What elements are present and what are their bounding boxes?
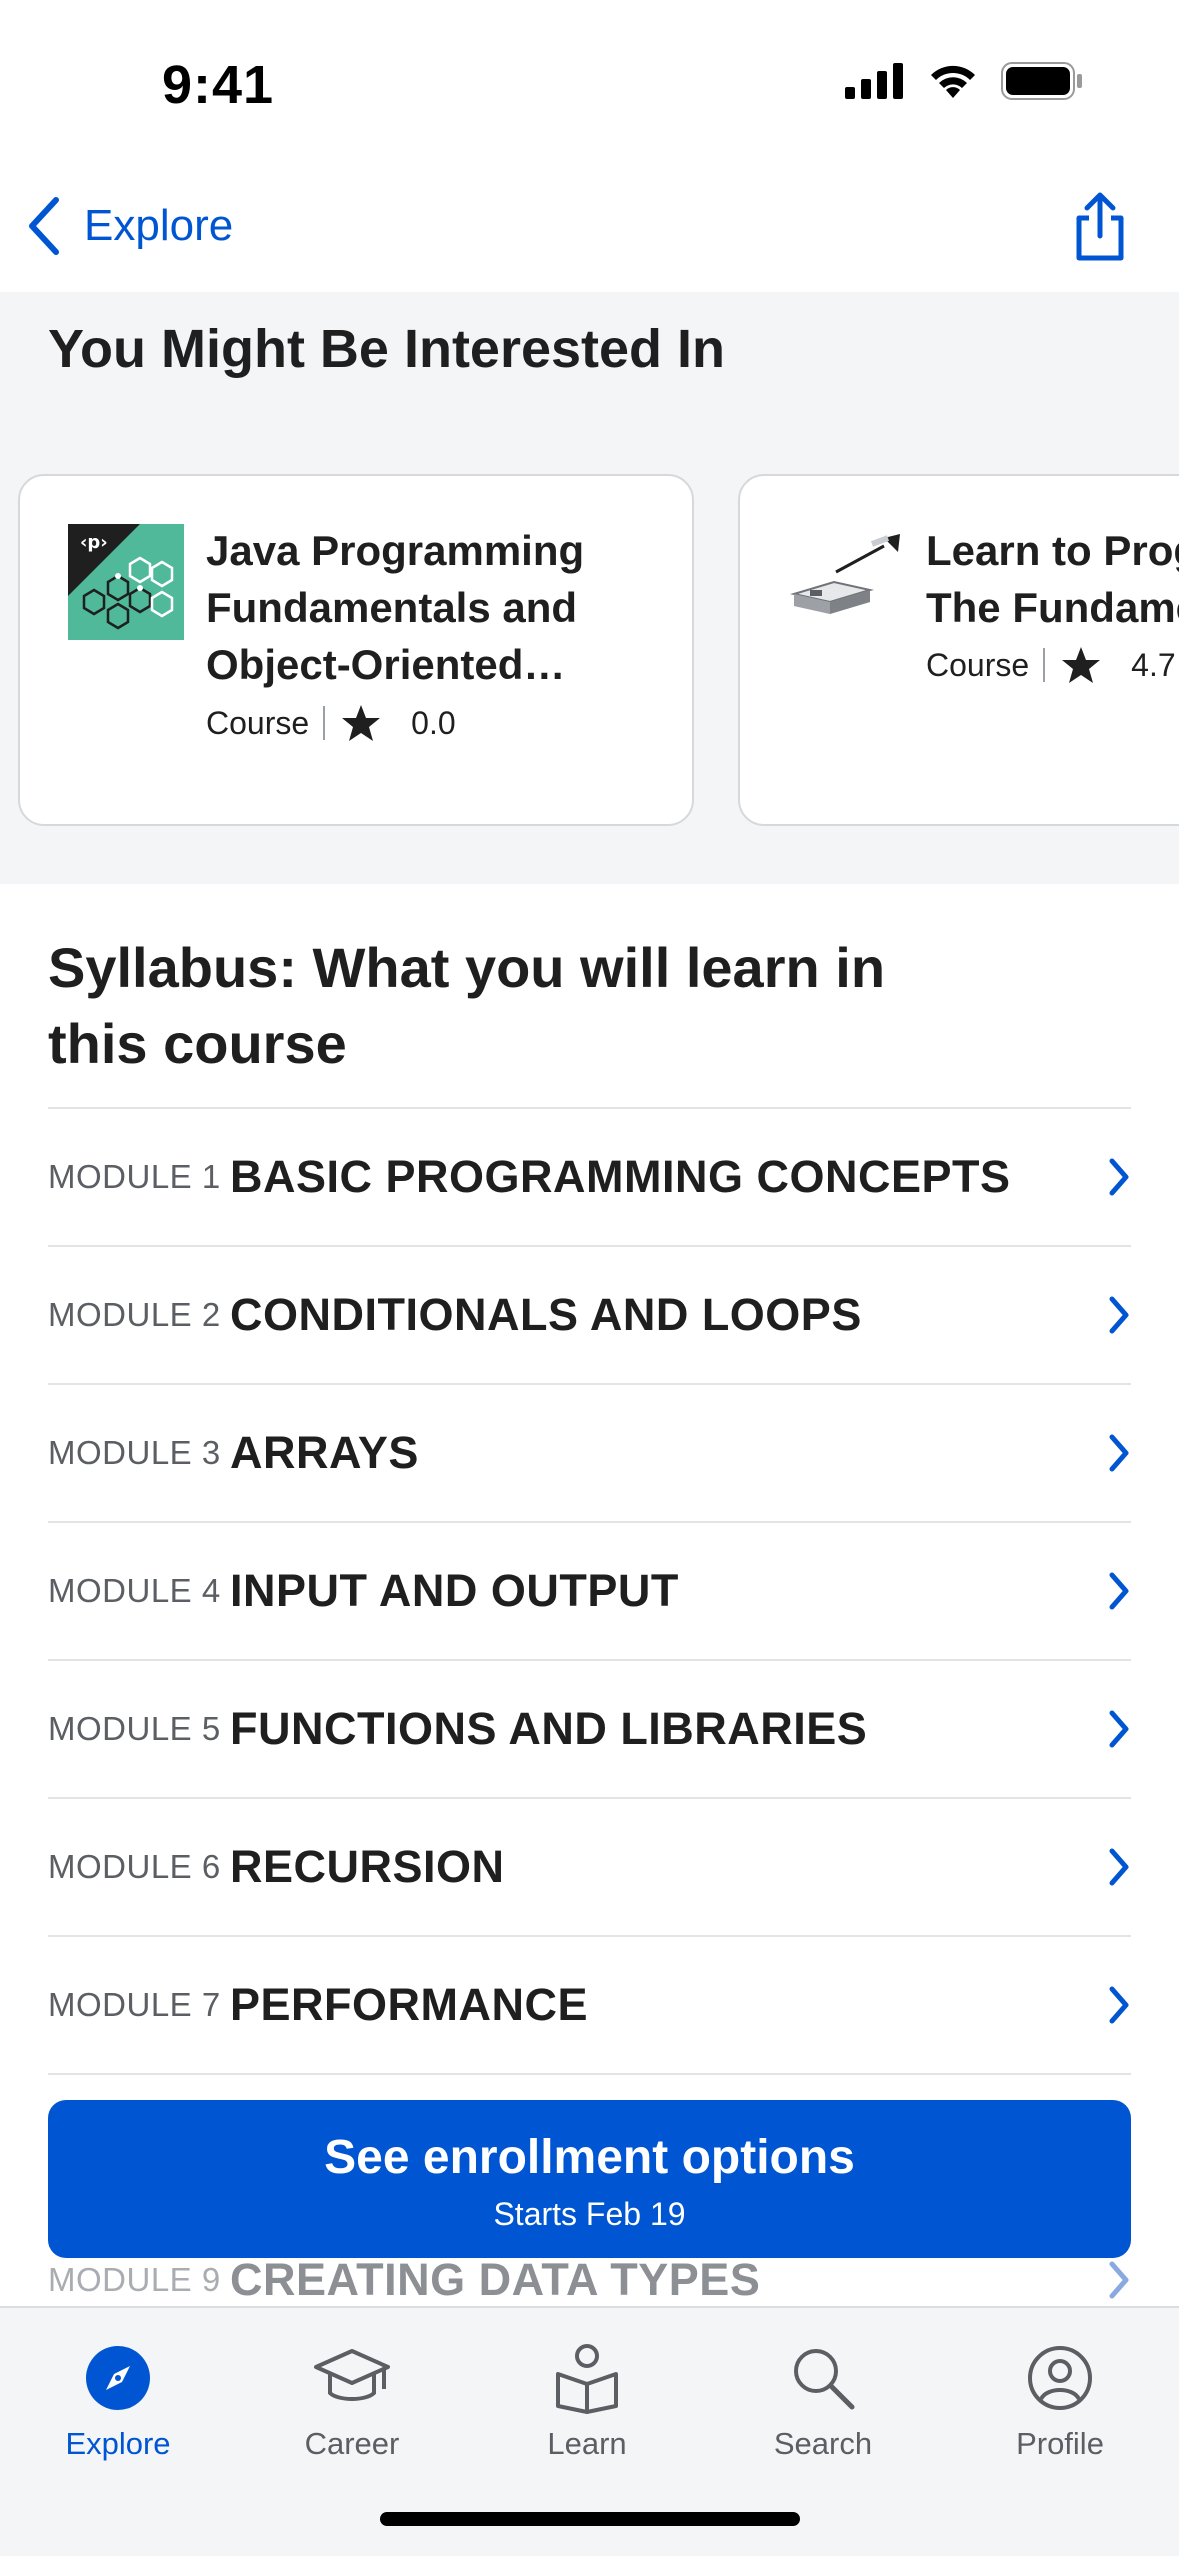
battery-icon [1001,62,1082,100]
status-time: 9:41 [162,55,275,115]
enroll-start-date: Starts Feb 19 [493,2196,686,2232]
recommendations-section: You Might Be Interested In ‹p› Java Prog… [0,292,1179,884]
module-row-partial[interactable]: MODULE 9 CREATING DATA TYPES [48,2250,1131,2310]
module-name: RECURSION [230,1841,505,1892]
tab-label: Search [773,2426,873,2461]
status-icons [845,62,1083,100]
section-title: You Might Be Interested In [48,319,726,379]
compass-icon [86,2346,150,2410]
star-icon [1062,647,1101,683]
module-name: CONDITIONALS AND LOOPS [230,1289,862,1340]
profile-icon [1028,2346,1092,2410]
chevron-right-icon [1109,1158,1129,1196]
course-rating: 0.0 [411,704,456,741]
module-number: MODULE 6 [48,1848,221,1885]
cellular-signal-icon [845,63,903,99]
module-row[interactable]: MODULE 9 CREATING DATA TYPES [48,2250,1131,2310]
chevron-right-icon [1109,1572,1129,1610]
course-thumbnail [784,524,900,640]
module-name: BASIC PROGRAMMING CONCEPTS [230,1151,1011,1202]
home-indicator[interactable] [380,2512,800,2526]
course-type: Course [926,646,1030,683]
module-name: INPUT AND OUTPUT [230,1565,679,1616]
chevron-right-icon [1109,2261,1129,2299]
course-card[interactable]: Learn to Prog The Fundame Course 4.7 [738,474,1179,826]
course-title: Learn to Prog The Fundame [926,527,1179,631]
status-bar: 9:41 [0,0,1179,170]
graduation-cap-icon [314,2349,390,2401]
module-row[interactable]: MODULE 1 BASIC PROGRAMMING CONCEPTS [48,1107,1131,1245]
module-number: MODULE 7 [48,1986,221,2023]
syllabus-title: Syllabus: What you will learn in this co… [48,936,886,1075]
back-button[interactable]: Explore [24,196,233,256]
course-title: Java Programming Fundamentals and Object… [206,527,585,688]
course-rating: 4.7 [1131,646,1176,683]
star-icon [342,705,381,741]
svg-text:‹p›: ‹p› [80,532,108,553]
module-name: FUNCTIONS AND LIBRARIES [230,1703,868,1754]
module-row[interactable]: MODULE 2 CONDITIONALS AND LOOPS [48,1245,1131,1383]
chevron-right-icon [1109,1296,1129,1334]
module-name: PERFORMANCE [230,1979,589,2030]
chevron-left-icon [29,197,59,255]
module-number: MODULE 9 [48,2261,221,2298]
module-row[interactable]: MODULE 5 FUNCTIONS AND LIBRARIES [48,1659,1131,1797]
course-thumbnail: ‹p› [68,524,184,640]
module-row[interactable]: MODULE 4 INPUT AND OUTPUT [48,1521,1131,1659]
divider [323,706,326,740]
tab-label: Career [304,2426,400,2461]
back-label: Explore [84,201,234,250]
chevron-right-icon [1109,1434,1129,1472]
share-icon [1076,192,1124,261]
book-reader-icon [556,2344,618,2414]
module-number: MODULE 2 [48,1296,221,1333]
module-row[interactable]: MODULE 6 RECURSION [48,1797,1131,1935]
module-row[interactable]: MODULE 3 ARRAYS [48,1383,1131,1521]
divider [1043,648,1046,682]
module-number: MODULE 1 [48,1158,221,1195]
module-row [48,2073,1131,2103]
module-name: CREATING DATA TYPES [230,2254,761,2305]
tab-learn[interactable]: Learn [497,2338,677,2462]
tab-profile[interactable]: Profile [970,2338,1150,2462]
course-meta: Course 4.7 [926,646,1176,684]
course-type: Course [206,704,310,741]
module-row[interactable]: MODULE 7 PERFORMANCE [48,1935,1131,2073]
share-button[interactable] [1071,192,1129,267]
chevron-right-icon [1109,1710,1129,1748]
enroll-button[interactable]: See enrollment options Starts Feb 19 [48,2100,1131,2258]
enroll-button-label: See enrollment options [324,2131,855,2184]
tab-explore[interactable]: Explore [28,2338,208,2462]
module-list: MODULE 1 BASIC PROGRAMMING CONCEPTS MODU… [48,1107,1131,2103]
chevron-right-icon [1109,1986,1129,2024]
course-card[interactable]: ‹p› Java Programming Fundamentals and Ob… [18,474,694,826]
module-name: ARRAYS [230,1427,419,1478]
chevron-right-icon [1109,1848,1129,1886]
wifi-icon [931,65,975,98]
module-number: MODULE 4 [48,1572,221,1609]
tab-search[interactable]: Search [733,2338,913,2462]
navigation-bar: Explore [0,170,1179,292]
tab-label: Explore [65,2426,171,2461]
search-icon [794,2349,855,2410]
tab-career[interactable]: Career [262,2338,442,2462]
tab-label: Learn [547,2426,627,2461]
tab-label: Profile [1016,2426,1104,2461]
course-meta: Course 0.0 [206,704,456,742]
module-number: MODULE 3 [48,1434,221,1471]
module-number: MODULE 5 [48,1710,221,1747]
